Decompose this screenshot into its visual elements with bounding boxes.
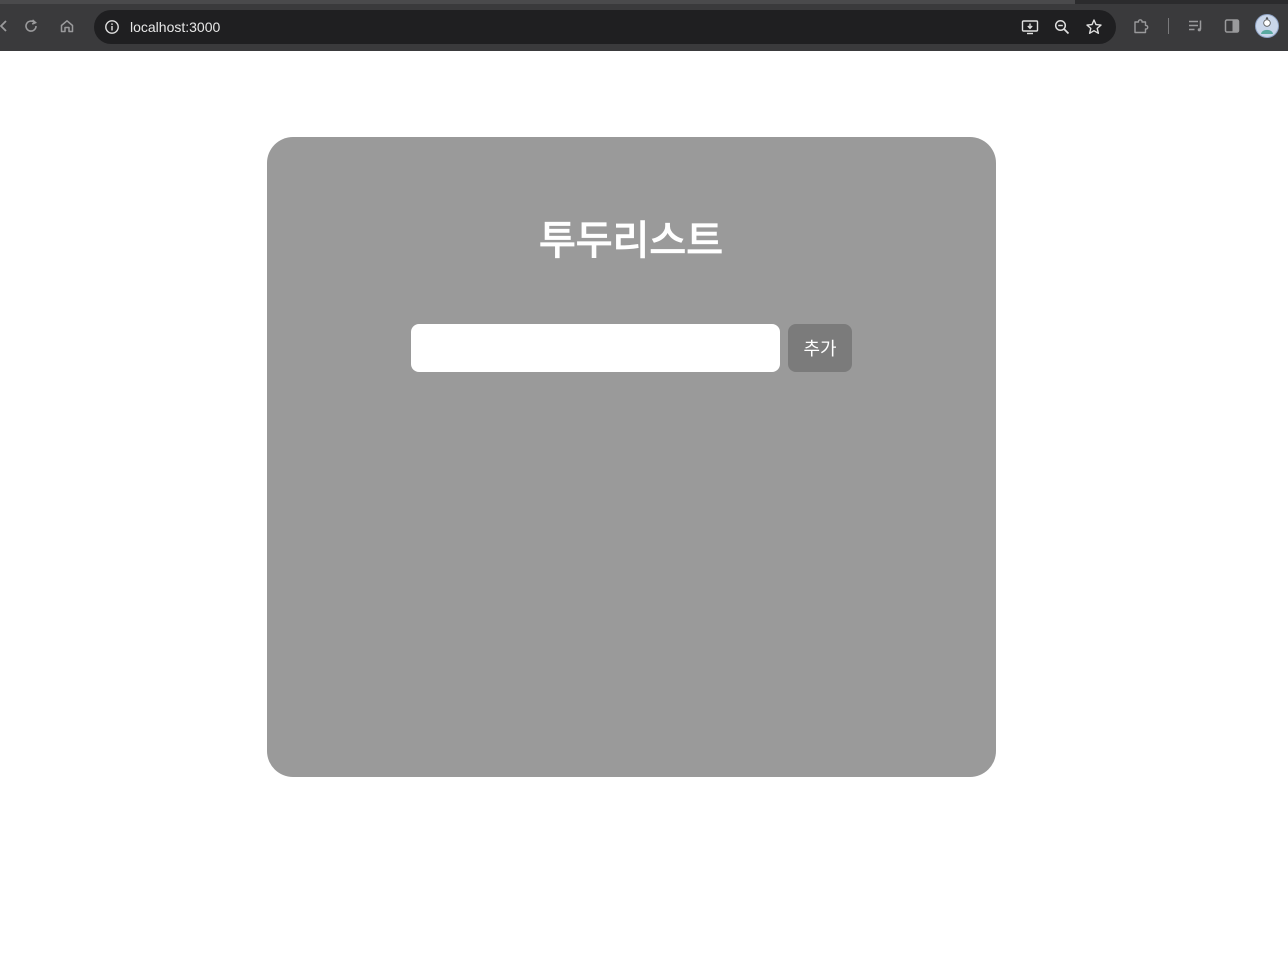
todo-input[interactable] [411,324,780,372]
reload-icon[interactable] [19,14,43,38]
home-icon[interactable] [55,14,79,38]
avatar[interactable] [1255,14,1279,38]
add-button[interactable]: 추가 [788,324,852,372]
back-arrow-icon[interactable] [0,14,16,38]
star-icon[interactable] [1082,15,1106,39]
browser-toolbar: localhost:3000 [0,0,1288,51]
puzzle-icon[interactable] [1128,13,1154,39]
info-icon[interactable] [103,18,121,36]
toolbar-divider [1168,18,1169,34]
page-title: 투두리스트 [539,218,723,264]
reading-list-icon[interactable] [1183,13,1209,39]
omnibox-actions [1018,15,1106,39]
install-app-icon[interactable] [1018,15,1042,39]
active-tab-edge[interactable] [0,0,1075,4]
zoom-out-icon[interactable] [1050,15,1074,39]
side-panel-icon[interactable] [1219,13,1245,39]
url-text[interactable]: localhost:3000 [130,10,220,44]
toolbar-extensions [1128,13,1279,39]
address-bar[interactable]: localhost:3000 [94,10,1116,44]
